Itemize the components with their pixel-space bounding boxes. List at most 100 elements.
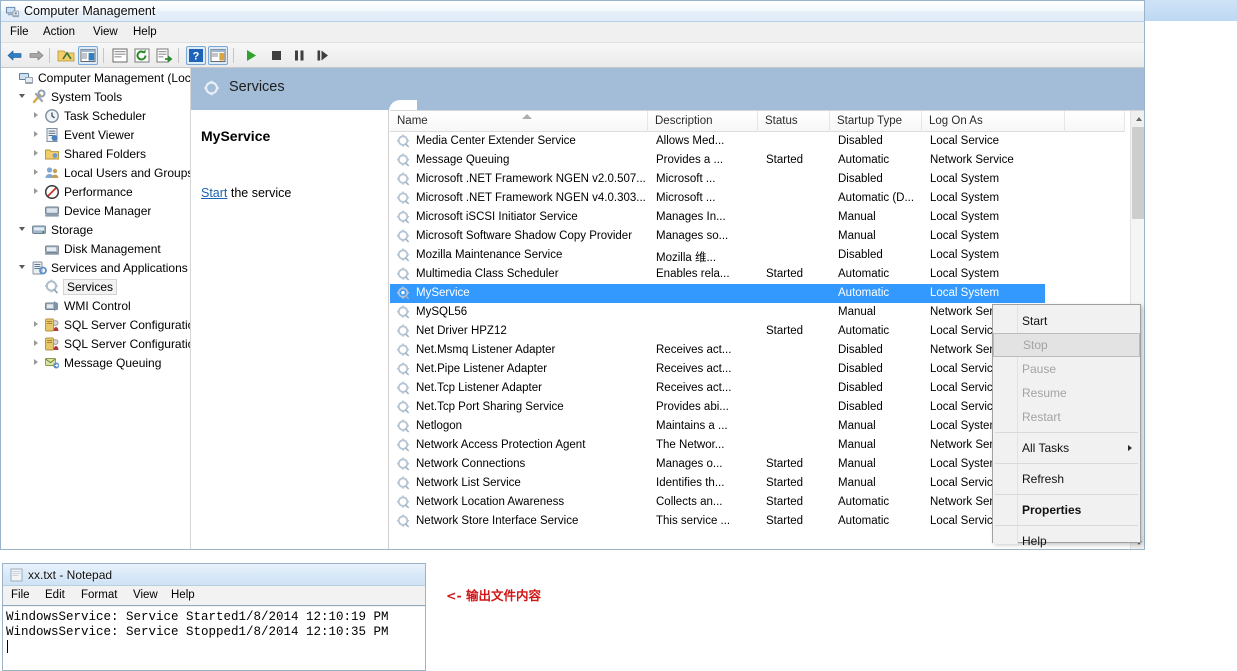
arrow-right-icon[interactable] <box>26 46 46 65</box>
service-row[interactable]: Microsoft iSCSI Initiator ServiceManages… <box>390 208 1125 227</box>
service-gear-icon <box>396 362 411 377</box>
service-row[interactable]: Mozilla Maintenance ServiceMozilla 维...D… <box>390 246 1125 265</box>
computer-management-titlebar[interactable]: Computer Management <box>1 1 1145 22</box>
column-header-log-on-as[interactable]: Log On As <box>922 111 1065 132</box>
service-row[interactable]: Microsoft .NET Framework NGEN v4.0.303..… <box>390 189 1125 208</box>
chevron-down-icon[interactable] <box>18 91 29 102</box>
service-cell-startup: Disabled <box>838 341 930 360</box>
service-cell-status <box>766 189 838 208</box>
service-row[interactable]: Microsoft .NET Framework NGEN v2.0.507..… <box>390 170 1125 189</box>
properties-icon[interactable] <box>110 46 130 65</box>
notepad-icon <box>10 568 23 582</box>
service-cell-status: Started <box>766 322 838 341</box>
service-cell-description: Provides abi... <box>656 398 766 417</box>
context-menu-item-refresh[interactable]: Refresh <box>993 467 1140 491</box>
refresh-icon[interactable] <box>132 46 152 65</box>
column-header-blank[interactable] <box>1065 111 1125 132</box>
tree-item-system-tools[interactable]: System Tools <box>1 87 190 106</box>
chevron-right-icon[interactable] <box>31 338 42 349</box>
column-header-description[interactable]: Description <box>648 111 758 132</box>
export-list-icon[interactable] <box>154 46 174 65</box>
service-cell-description: Enables rela... <box>656 265 766 284</box>
tree-item-wmi-control[interactable]: WMI Control <box>1 296 190 315</box>
menu-view[interactable]: View <box>91 26 120 38</box>
menu-action[interactable]: Action <box>41 26 77 38</box>
notepad-text-area[interactable]: WindowsService: Service Started1/8/2014 … <box>3 607 426 671</box>
start-service-link[interactable]: Start <box>201 186 227 200</box>
chevron-down-icon[interactable] <box>18 262 29 273</box>
service-context-menu[interactable]: StartStopPauseResumeRestartAll TasksRefr… <box>992 304 1141 543</box>
service-cell-status <box>766 303 838 322</box>
tree-item-message-queuing[interactable]: Message Queuing <box>1 353 190 372</box>
notepad-menu-file[interactable]: File <box>11 589 30 601</box>
tree-item-event-viewer[interactable]: Event Viewer <box>1 125 190 144</box>
chevron-right-icon[interactable] <box>31 319 42 330</box>
arrow-left-icon[interactable] <box>5 46 25 65</box>
service-cell-description <box>656 303 766 322</box>
pause-icon[interactable] <box>289 46 309 65</box>
service-row[interactable]: Media Center Extender ServiceAllows Med.… <box>390 132 1125 151</box>
tree-item-storage[interactable]: Storage <box>1 220 190 239</box>
action-pane-icon[interactable] <box>208 46 228 65</box>
context-menu-item-start[interactable]: Start <box>993 309 1140 333</box>
service-cell-description: Receives act... <box>656 379 766 398</box>
tree-item-task-scheduler[interactable]: Task Scheduler <box>1 106 190 125</box>
service-row-selected[interactable]: MyServiceAutomaticLocal System <box>390 284 1045 303</box>
notepad-menu-help[interactable]: Help <box>171 589 195 601</box>
service-cell-logon: Network Service <box>930 151 1073 170</box>
tree-item-sql-server-configuratio[interactable]: SQL Server Configuratio <box>1 315 190 334</box>
notepad-titlebar[interactable]: xx.txt - Notepad <box>3 564 426 586</box>
folder-up-icon[interactable] <box>56 46 76 65</box>
menu-file[interactable]: File <box>8 26 31 38</box>
service-row[interactable]: Message QueuingProvides a ...StartedAuto… <box>390 151 1125 170</box>
tree-item-device-manager[interactable]: Device Manager <box>1 201 190 220</box>
notepad-menu-view[interactable]: View <box>133 589 158 601</box>
chevron-right-icon[interactable] <box>31 167 42 178</box>
service-row[interactable]: Multimedia Class SchedulerEnables rela..… <box>390 265 1125 284</box>
service-cell-name: Network List Service <box>416 474 648 493</box>
service-cell-logon: Local System <box>930 208 1073 227</box>
service-cell-status: Started <box>766 151 838 170</box>
tree-item-computer-management-local[interactable]: Computer Management (Local <box>1 68 190 87</box>
scroll-up-button[interactable] <box>1131 111 1145 127</box>
tree-item-label: SQL Server Configuratio <box>64 318 190 332</box>
service-gear-icon <box>396 153 411 168</box>
column-header-name[interactable]: Name <box>390 111 648 132</box>
chevron-right-icon[interactable] <box>31 110 42 121</box>
tree-item-services[interactable]: Services <box>1 277 190 296</box>
service-row[interactable]: Microsoft Software Shadow Copy ProviderM… <box>390 227 1125 246</box>
menu-help[interactable]: Help <box>131 26 159 38</box>
play-icon[interactable] <box>241 46 261 65</box>
notepad-menu-format[interactable]: Format <box>81 589 117 601</box>
context-menu-item-label: Pause <box>1022 362 1056 376</box>
column-header-startup-type[interactable]: Startup Type <box>830 111 922 132</box>
context-menu-item-properties[interactable]: Properties <box>993 498 1140 522</box>
tree-item-disk-management[interactable]: Disk Management <box>1 239 190 258</box>
context-menu-item-help[interactable]: Help <box>993 529 1140 553</box>
tree-item-sql-server-configuratio[interactable]: SQL Server Configuratio <box>1 334 190 353</box>
scrollbar-thumb[interactable] <box>1132 127 1145 219</box>
context-menu-item-all-tasks[interactable]: All Tasks <box>993 436 1140 460</box>
service-cell-description <box>656 284 766 303</box>
service-cell-status: Started <box>766 265 838 284</box>
column-header-status[interactable]: Status <box>758 111 830 132</box>
console-tree-pane[interactable]: Computer Management (LocalSystem ToolsTa… <box>1 68 191 550</box>
chevron-down-icon[interactable] <box>18 224 29 235</box>
service-detail-title: MyService <box>201 128 270 144</box>
tree-item-local-users-and-groups[interactable]: Local Users and Groups <box>1 163 190 182</box>
chevron-right-icon[interactable] <box>31 129 42 140</box>
chevron-right-icon[interactable] <box>31 186 42 197</box>
notepad-menu-edit[interactable]: Edit <box>45 589 65 601</box>
restart-icon[interactable] <box>312 46 332 65</box>
stop-icon[interactable] <box>266 46 286 65</box>
svg-text:?: ? <box>193 51 200 63</box>
service-cell-name: Media Center Extender Service <box>416 132 648 151</box>
service-cell-status <box>766 379 838 398</box>
tree-item-performance[interactable]: Performance <box>1 182 190 201</box>
tree-item-shared-folders[interactable]: Shared Folders <box>1 144 190 163</box>
console-tree-icon[interactable] <box>78 46 98 65</box>
chevron-right-icon[interactable] <box>31 148 42 159</box>
chevron-right-icon[interactable] <box>31 357 42 368</box>
help-icon[interactable]: ? <box>186 46 206 65</box>
tree-item-services-and-applications[interactable]: Services and Applications <box>1 258 190 277</box>
